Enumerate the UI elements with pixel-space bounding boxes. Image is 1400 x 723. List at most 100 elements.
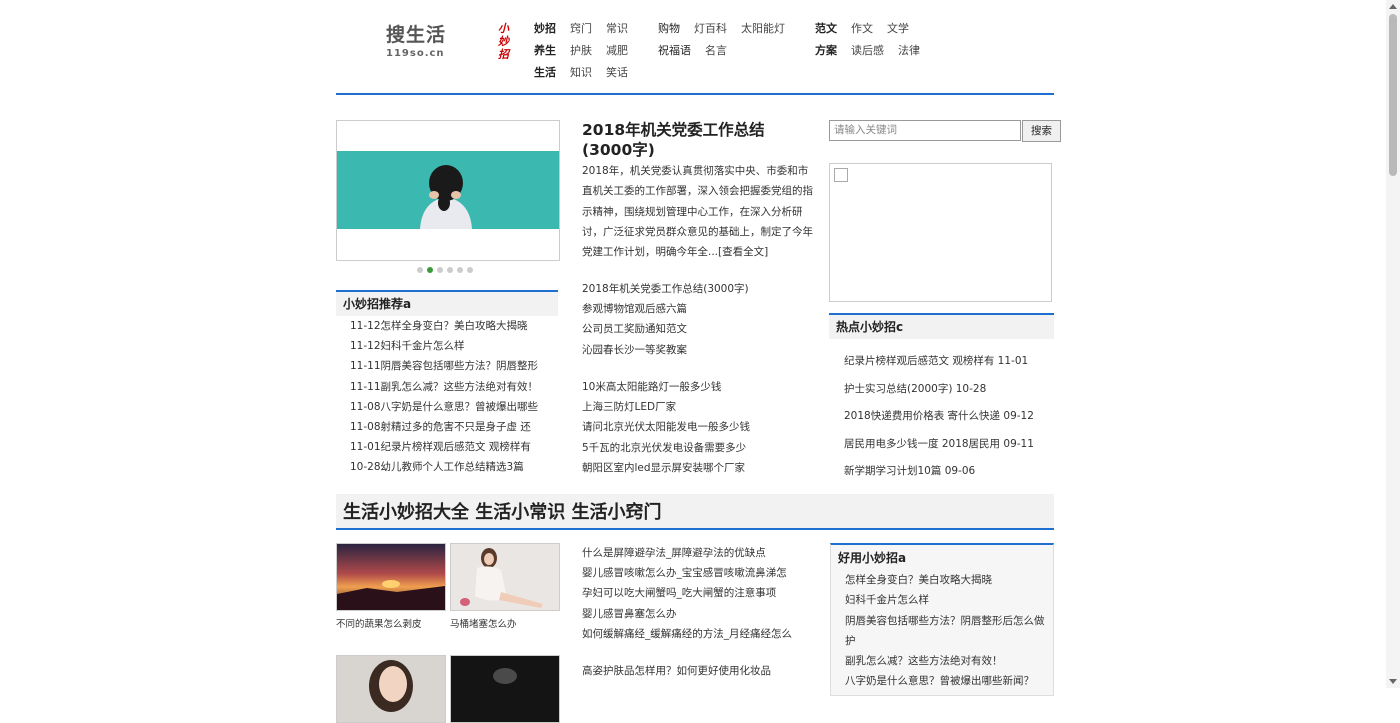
nav-cat-link[interactable]: 购物	[658, 22, 680, 35]
article-title[interactable]: 2018年机关党委工作总结(3000字)	[582, 120, 814, 160]
list-item[interactable]: 八字奶是什么意思？曾被爆出哪些新闻？	[845, 675, 1034, 687]
recommend-title: 小妙招推荐a	[336, 290, 558, 316]
thumbnail-image[interactable]	[336, 543, 446, 611]
list-item[interactable]: 什么是屏障避孕法_屏障避孕法的优缺点	[582, 547, 766, 559]
list-item[interactable]: 11-12怎样全身变白？美白攻略大揭晓	[350, 320, 528, 332]
scrollbar[interactable]	[1386, 0, 1400, 688]
list-item[interactable]: 5千瓦的北京光伏发电设备需要多少	[582, 442, 746, 454]
list-item[interactable]: 阴唇美容包括哪些方法？阴唇整形后怎么做护	[845, 615, 1045, 647]
read-more-link[interactable]: [查看全文]	[718, 246, 768, 258]
list-item[interactable]: 11-01纪录片榜样观后感范文 观榜样有	[350, 441, 531, 453]
nav-link[interactable]: 知识	[570, 66, 592, 79]
list-item[interactable]: 高姿护肤品怎样用？如何更好使用化妆品	[582, 665, 771, 677]
list-item[interactable]: 婴儿感冒咳嗽怎么办_宝宝感冒咳嗽流鼻涕怎	[582, 567, 787, 579]
search-button[interactable]: 搜索	[1022, 120, 1061, 142]
list-item[interactable]: 2018年机关党委工作总结(3000字)	[582, 283, 749, 295]
search-input[interactable]: 请输入关键词	[829, 120, 1021, 141]
article-body-text: 2018年，机关党委认真贯彻落实中央、市委和市直机关工委的工作部署，深入领会把握…	[582, 165, 813, 259]
list-item[interactable]: 如何缓解痛经_缓解痛经的方法_月经痛经怎么	[582, 628, 792, 640]
scrollbar-thumb[interactable]	[1389, 14, 1397, 176]
list-item[interactable]: 妇科千金片怎么样	[845, 594, 929, 606]
list-item[interactable]: 2018快递费用价格表 寄什么快递 09-12	[844, 410, 1034, 422]
thumbnail-caption[interactable]: 不同的蔬果怎么剥皮	[336, 616, 422, 630]
scroll-up-arrow-icon[interactable]	[1389, 4, 1397, 9]
nav-link[interactable]: 窍门	[570, 22, 592, 35]
image-slider[interactable]	[336, 120, 560, 261]
thumbnail-image[interactable]	[450, 543, 560, 611]
thumbnail-caption[interactable]: 马桶堵塞怎么办	[450, 616, 517, 630]
nav-link[interactable]: 作文	[851, 22, 873, 35]
hot-title: 热点小妙招c	[829, 313, 1054, 339]
nav-cat-link[interactable]: 方案	[815, 44, 837, 57]
list-item[interactable]: 新学期学习计划10篇 09-06	[844, 465, 975, 477]
nav-cat-link[interactable]: 生活	[534, 66, 556, 79]
list-item[interactable]: 11-08八字奶是什么意思？曾被爆出哪些	[350, 401, 538, 413]
list-item[interactable]: 沁园春长沙一等奖教案	[582, 344, 687, 356]
article-links-2: 10米高太阳能路灯一般多少钱 上海三防灯LED厂家 请问北京光伏太阳能发电一般多…	[582, 377, 822, 478]
list-item[interactable]: 护士实习总结(2000字) 10-28	[844, 383, 986, 395]
logo-text: 搜生活	[386, 24, 447, 46]
list-item[interactable]: 居民用电多少钱一度 2018居民用 09-11	[844, 438, 1034, 450]
brand-vertical-text: 小妙招	[498, 22, 509, 61]
hot-list: 纪录片榜样观后感范文 观榜样有 11-01 护士实习总结(2000字) 10-2…	[844, 348, 1034, 486]
article-summary: 2018年，机关党委认真贯彻落实中央、市委和市直机关工委的工作部署，深入领会把握…	[582, 161, 816, 262]
list-item[interactable]: 怎样全身变白？美白攻略大揭晓	[845, 574, 992, 586]
header-divider	[336, 93, 1054, 95]
list-item[interactable]: 上海三防灯LED厂家	[582, 401, 676, 413]
nav-link[interactable]: 常识	[606, 22, 628, 35]
list-item[interactable]: 公司员工奖励通知范文	[582, 323, 687, 335]
slider-dot[interactable]	[417, 267, 423, 273]
list-item[interactable]: 婴儿感冒鼻塞怎么办	[582, 608, 677, 620]
useful-tips-box: 好用小妙招a 怎样全身变白？美白攻略大揭晓 妇科千金片怎么样 阴唇美容包括哪些方…	[830, 543, 1054, 696]
list-item[interactable]: 11-08射精过多的危害不只是身子虚 还	[350, 421, 531, 433]
site-logo[interactable]: 搜生活 119so.cn	[386, 20, 466, 60]
useful-list: 怎样全身变白？美白攻略大揭晓 妇科千金片怎么样 阴唇美容包括哪些方法？阴唇整形后…	[831, 570, 1050, 692]
woman-photo	[451, 544, 559, 610]
recommend-list: 11-12怎样全身变白？美白攻略大揭晓 11-12妇科千金片怎么样 11-11阴…	[350, 316, 545, 478]
ad-image-placeholder[interactable]	[829, 163, 1052, 302]
logo-domain: 119so.cn	[386, 48, 445, 59]
list-item[interactable]: 参观博物馆观后感六篇	[582, 303, 687, 315]
slider-dots[interactable]	[417, 267, 473, 275]
nav-group-tips: 妙招 窍门 常识 养生 护肤 减肥 生活 知识 笑话	[534, 18, 642, 84]
section-links-1: 什么是屏障避孕法_屏障避孕法的优缺点 婴儿感冒咳嗽怎么办_宝宝感冒咳嗽流鼻涕怎 …	[582, 543, 822, 644]
list-item[interactable]: 10-28幼儿教师个人工作总结精选3篇	[350, 461, 524, 473]
nav-link[interactable]: 文学	[887, 22, 909, 35]
thumbnail-image[interactable]	[336, 655, 446, 723]
nav-link[interactable]: 减肥	[606, 44, 628, 57]
nav-link[interactable]: 名言	[705, 44, 727, 57]
slider-dot[interactable]	[467, 267, 473, 273]
thumbnail-image[interactable]	[450, 655, 560, 723]
nav-link[interactable]: 护肤	[570, 44, 592, 57]
list-item[interactable]: 孕妇可以吃大闸蟹吗_吃大闸蟹的注意事项	[582, 587, 776, 599]
nav-link[interactable]: 法律	[898, 44, 920, 57]
scroll-down-arrow-icon[interactable]	[1389, 679, 1397, 684]
slider-dot-active[interactable]	[427, 267, 433, 273]
nav-link[interactable]: 太阳能灯	[741, 22, 785, 35]
list-item[interactable]: 副乳怎么减？这些方法绝对有效！	[845, 655, 1003, 667]
slider-dot[interactable]	[447, 267, 453, 273]
nav-cat-link[interactable]: 范文	[815, 22, 837, 35]
nav-cat-link[interactable]: 养生	[534, 44, 556, 57]
sunset-image	[337, 544, 445, 610]
list-item[interactable]: 10米高太阳能路灯一般多少钱	[582, 381, 721, 393]
article-links-1: 2018年机关党委工作总结(3000字) 参观博物馆观后感六篇 公司员工奖励通知…	[582, 279, 822, 360]
list-item[interactable]: 朝阳区室内led显示屏安装哪个厂家	[582, 462, 745, 474]
broken-image-icon	[834, 168, 848, 182]
dark-photo	[451, 656, 559, 722]
slider-dot[interactable]	[437, 267, 443, 273]
list-item[interactable]: 11-11阴唇美容包括哪些方法？阴唇整形	[350, 360, 538, 372]
nav-link[interactable]: 灯百科	[694, 22, 727, 35]
nav-cat-link[interactable]: 妙招	[534, 22, 556, 35]
nav-link[interactable]: 笑话	[606, 66, 628, 79]
slider-dot[interactable]	[457, 267, 463, 273]
section-links-2: 高姿护肤品怎样用？如何更好使用化妆品	[582, 661, 822, 681]
nav-cat-link[interactable]: 祝福语	[658, 44, 691, 57]
section-title: 生活小妙招大全 生活小常识 生活小窍门	[336, 494, 1054, 530]
list-item[interactable]: 11-12妇科千金片怎么样	[350, 340, 465, 352]
portrait-photo	[337, 656, 445, 722]
list-item[interactable]: 纪录片榜样观后感范文 观榜样有 11-01	[844, 355, 1028, 367]
nav-link[interactable]: 读后感	[851, 44, 884, 57]
list-item[interactable]: 11-11副乳怎么减？这些方法绝对有效！	[350, 381, 538, 393]
list-item[interactable]: 请问北京光伏太阳能发电一般多少钱	[582, 421, 750, 433]
